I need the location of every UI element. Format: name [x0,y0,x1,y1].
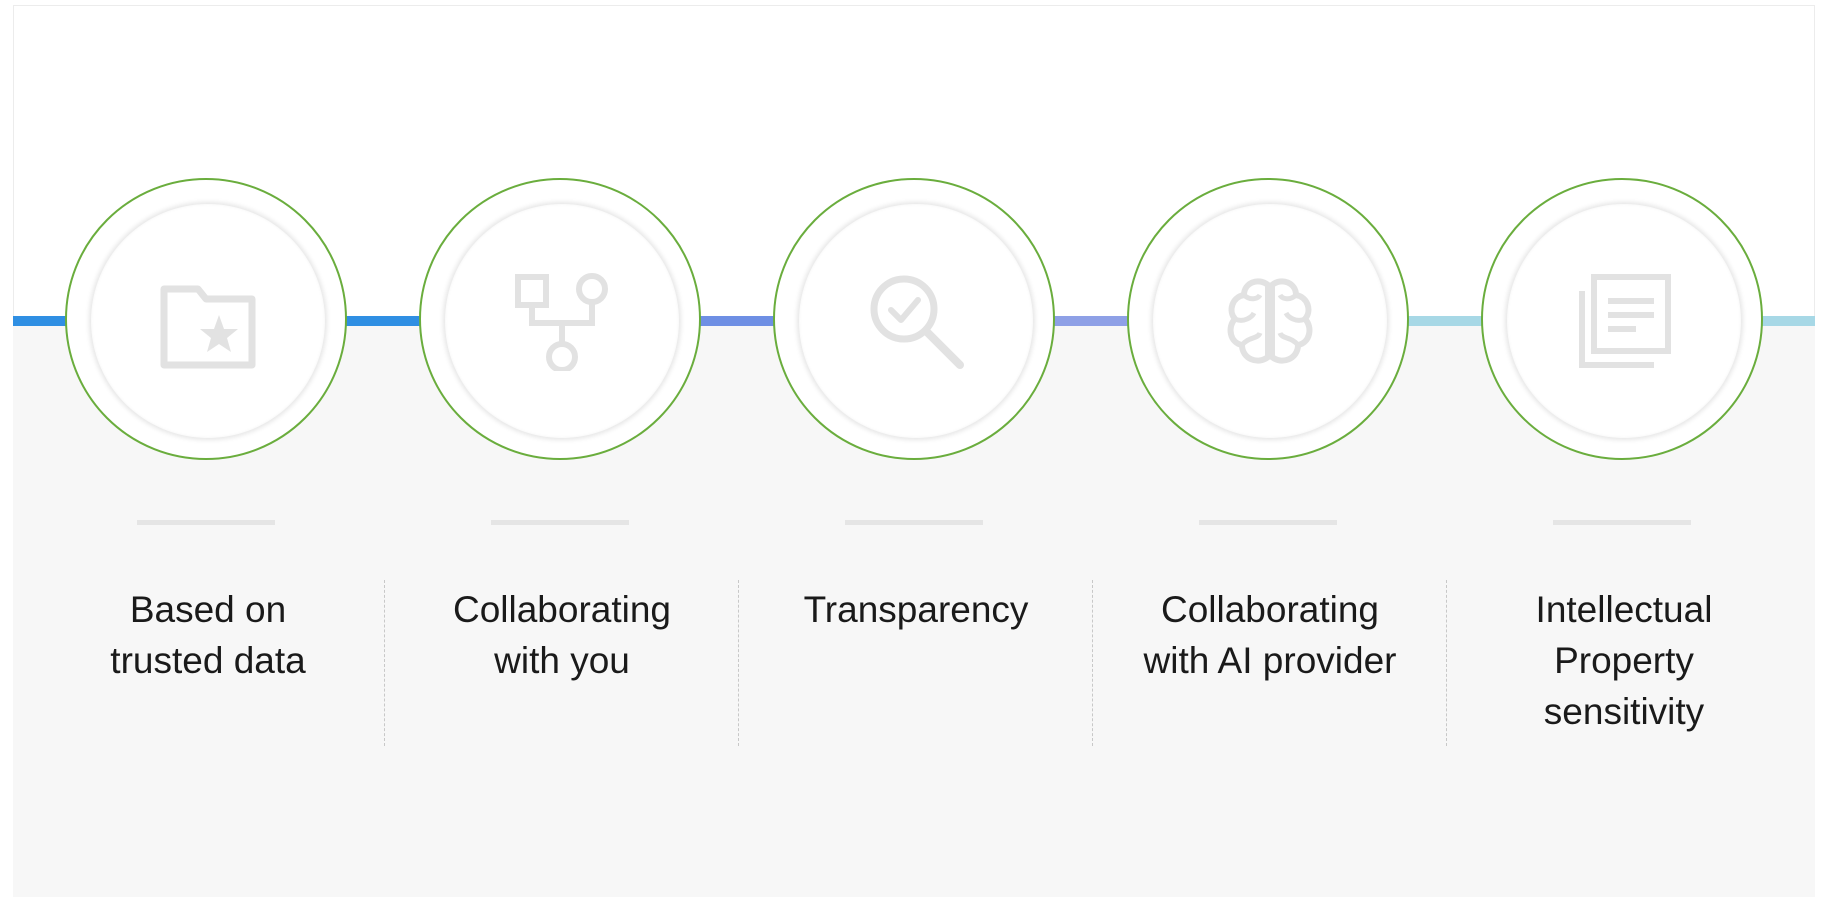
step-ring [773,178,1055,460]
step-rule [1199,520,1337,525]
step-ring [1481,178,1763,460]
column-divider [1446,580,1447,746]
column-divider [384,580,385,746]
documents-icon [1579,274,1671,368]
brain-icon [1227,278,1313,364]
step-label: Based on trusted data [31,584,385,686]
step-label: Collaborating with you [385,584,739,686]
step-inner-circle [1153,204,1387,438]
step-ring [1127,178,1409,460]
step-transparency: Transparency [739,0,1093,897]
label-line: sensitivity [1543,691,1705,732]
label-line: Collaborating [452,589,672,630]
step-inner-circle [1507,204,1741,438]
magnifier-check-icon [870,275,964,369]
step-rule [845,520,983,525]
column-divider [738,580,739,746]
label-line: Collaborating [1160,589,1380,630]
label-line: with you [494,640,630,681]
flowchart-icon [515,273,608,371]
step-rule [137,520,275,525]
step-collaborating-with-ai-provider: Collaborating with AI provider [1093,0,1447,897]
label-line: with AI provider [1143,640,1397,681]
label-line: trusted data [110,640,306,681]
step-ring [65,178,347,460]
step-trusted-data: Based on trusted data [31,0,385,897]
label-line: Intellectual [1535,589,1713,630]
step-ip-sensitivity: Intellectual Property sensitivity [1447,0,1801,897]
step-inner-circle [799,204,1033,438]
step-label: Intellectual Property sensitivity [1447,584,1801,737]
label-line: Based on [129,589,287,630]
step-inner-circle [91,204,325,438]
step-collaborating-with-you: Collaborating with you [385,0,739,897]
folder-star-icon [160,285,256,369]
label-line: Transparency [803,589,1029,630]
step-label: Collaborating with AI provider [1093,584,1447,686]
label-line: Property [1554,640,1694,681]
step-label: Transparency [739,584,1093,635]
step-inner-circle [445,204,679,438]
column-divider [1092,580,1093,746]
step-rule [1553,520,1691,525]
step-rule [491,520,629,525]
step-ring [419,178,701,460]
